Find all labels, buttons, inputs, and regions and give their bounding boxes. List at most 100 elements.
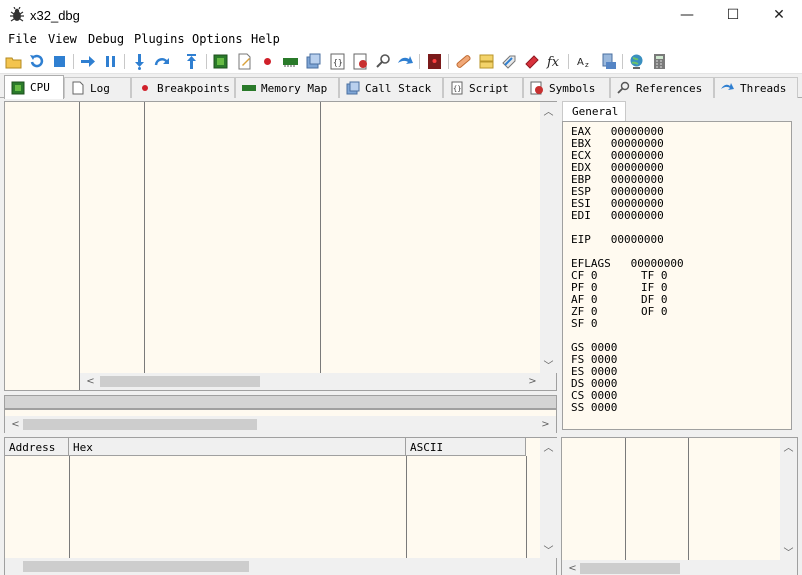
tab-log[interactable]: Log	[64, 77, 131, 98]
stack-horizontal-scrollbar[interactable]: <	[562, 560, 797, 575]
stop-icon[interactable]	[51, 53, 68, 70]
disassembly-view[interactable]: ︿ ﹀ < >	[4, 101, 557, 391]
title-bar: x32_dbg — ☐ ✕	[0, 0, 802, 30]
column-divider	[526, 456, 527, 574]
register-edi[interactable]: EDI 00000000	[571, 210, 664, 222]
window-title: x32_dbg	[30, 8, 80, 23]
close-button[interactable]: ✕	[756, 0, 802, 30]
tab-references[interactable]: References	[610, 77, 714, 98]
scroll-left-arrow[interactable]: <	[82, 373, 99, 390]
svg-text:A: A	[577, 57, 584, 68]
tab-call-stack[interactable]: Call Stack	[339, 77, 443, 98]
patch-icon[interactable]	[236, 53, 253, 70]
toolbar-separator	[419, 54, 420, 69]
patch-file-icon[interactable]	[455, 53, 472, 70]
menu-plugins[interactable]: Plugins	[134, 32, 185, 46]
scrollbar-thumb[interactable]	[580, 563, 680, 574]
breakpoint-icon[interactable]	[259, 53, 276, 70]
calculator-icon[interactable]	[651, 53, 668, 70]
scroll-right-arrow[interactable]: >	[524, 373, 541, 390]
column-header-ascii[interactable]: ASCII	[406, 438, 526, 456]
tab-symbols[interactable]: Symbols	[523, 77, 610, 98]
toolbar-separator	[622, 54, 623, 69]
tab-threads[interactable]: Threads	[714, 77, 798, 98]
segment-register[interactable]: SS 0000	[571, 402, 617, 414]
registers-view[interactable]: EAX 00000000 EBX 00000000 ECX 00000000 E…	[562, 121, 792, 430]
step-over-icon[interactable]	[154, 53, 171, 70]
tab-general[interactable]: General	[562, 101, 626, 121]
dump-view[interactable]: Address Hex ASCII ︿ ﹀	[4, 437, 557, 575]
stack-view[interactable]: ︿ ﹀ <	[561, 437, 798, 575]
tab-cpu[interactable]: CPU	[4, 75, 64, 99]
svg-text:fx: fx	[546, 55, 560, 70]
register-eip[interactable]: EIP 00000000	[571, 234, 664, 246]
restart-icon[interactable]	[28, 53, 45, 70]
tab-breakpoints[interactable]: Breakpoints	[131, 77, 235, 98]
goto-icon[interactable]	[397, 53, 414, 70]
info-horizontal-scrollbar[interactable]: < >	[5, 416, 556, 433]
scroll-left-arrow[interactable]: <	[564, 560, 581, 575]
scrollbar-thumb[interactable]	[23, 561, 249, 572]
minimize-button[interactable]: —	[664, 0, 710, 30]
scrollbar-thumb[interactable]	[100, 376, 260, 387]
disassembly-vertical-scrollbar[interactable]: ︿ ﹀	[540, 102, 557, 373]
symbols-icon	[530, 81, 544, 95]
bug-icon	[9, 6, 25, 23]
memory-icon[interactable]	[282, 53, 299, 70]
disassembly-horizontal-scrollbar[interactable]: < >	[80, 373, 556, 390]
menu-help[interactable]: Help	[251, 32, 280, 46]
comments-icon[interactable]	[478, 53, 495, 70]
run-icon[interactable]	[79, 53, 96, 70]
bookmarks-icon[interactable]	[524, 53, 541, 70]
column-header-address[interactable]: Address	[5, 438, 69, 456]
scroll-down-arrow[interactable]: ﹀	[540, 356, 557, 373]
scroll-down-arrow[interactable]: ﹀	[540, 541, 557, 558]
scroll-down-arrow[interactable]: ﹀	[780, 543, 797, 560]
script-icon: {}	[450, 81, 464, 95]
scroll-right-arrow[interactable]: >	[537, 416, 554, 433]
search-icon[interactable]	[375, 53, 392, 70]
globe-icon[interactable]	[628, 53, 645, 70]
svg-text:z: z	[585, 61, 589, 69]
scrollbar-thumb[interactable]	[23, 419, 257, 430]
column-divider	[79, 102, 80, 390]
scroll-up-arrow[interactable]: ︿	[780, 438, 797, 455]
tab-label: Breakpoints	[157, 81, 230, 95]
column-divider	[625, 438, 626, 574]
labels-icon[interactable]	[501, 53, 518, 70]
dll-icon[interactable]	[600, 53, 617, 70]
column-header-hex[interactable]: Hex	[69, 438, 406, 456]
tab-memory-map[interactable]: Memory Map	[235, 77, 339, 98]
maximize-button[interactable]: ☐	[710, 0, 756, 30]
menu-options[interactable]: Options	[192, 32, 243, 46]
dump-vertical-scrollbar[interactable]: ︿ ﹀	[540, 438, 557, 558]
stack-vertical-scrollbar[interactable]: ︿ ﹀	[780, 438, 797, 560]
dump-horizontal-scrollbar[interactable]	[5, 558, 556, 575]
functions-icon[interactable]: fx	[546, 53, 563, 70]
tab-label: Call Stack	[365, 81, 432, 95]
open-icon[interactable]	[5, 53, 22, 70]
tab-script[interactable]: {} Script	[443, 77, 523, 98]
tab-label: Script	[469, 81, 509, 95]
memory-icon	[242, 81, 256, 95]
menu-file[interactable]: File	[8, 32, 37, 46]
flags-row[interactable]: SF 0	[571, 318, 641, 330]
trace-icon[interactable]	[426, 53, 443, 70]
menu-view[interactable]: View	[48, 32, 77, 46]
cpu-icon[interactable]	[212, 53, 229, 70]
step-into-icon[interactable]	[131, 53, 148, 70]
notes-icon[interactable]	[352, 53, 369, 70]
menu-debug[interactable]: Debug	[88, 32, 124, 46]
tab-bar: CPU Log Breakpoints Memory Map Call Stac…	[0, 75, 802, 99]
pause-icon[interactable]	[102, 53, 119, 70]
scroll-up-arrow[interactable]: ︿	[540, 438, 557, 455]
column-divider	[688, 438, 689, 574]
font-icon[interactable]: Az	[576, 53, 593, 70]
execute-till-return-icon[interactable]	[183, 53, 200, 70]
scroll-up-arrow[interactable]: ︿	[540, 102, 557, 119]
threads-icon[interactable]	[305, 53, 322, 70]
tab-label: Symbols	[549, 81, 596, 95]
scroll-left-arrow[interactable]: <	[7, 416, 24, 433]
log-icon[interactable]: {}	[329, 53, 346, 70]
column-divider	[320, 102, 321, 390]
